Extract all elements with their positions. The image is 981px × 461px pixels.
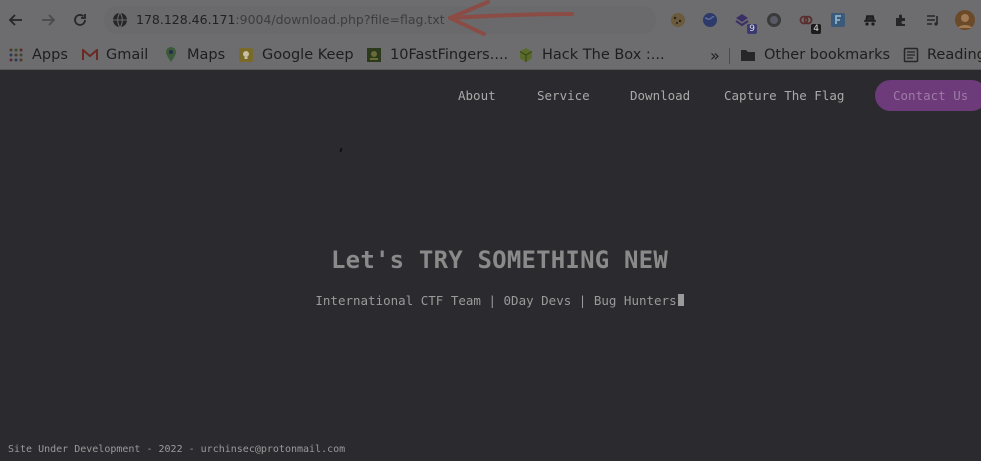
- bookmarks-divider: [729, 48, 730, 64]
- forward-button[interactable]: [36, 8, 60, 32]
- avatar-icon: [955, 10, 975, 30]
- url-path: :9004/download.php?file=flag.txt: [235, 12, 445, 27]
- bookmark-label: Other bookmarks: [764, 47, 891, 63]
- url-host: 178.128.46.171: [136, 12, 236, 27]
- bookmark-maps[interactable]: Maps: [163, 45, 225, 65]
- keep-bulb-icon: [238, 47, 254, 63]
- link-extension[interactable]: 4: [796, 10, 821, 34]
- reading-list-button[interactable]: Reading: [903, 45, 981, 65]
- extension-badge: 9: [747, 24, 757, 34]
- stray-mark: [339, 147, 343, 153]
- hat-icon: [864, 15, 876, 26]
- hero-subtitle: International CTF Team | 0Day Devs | Bug…: [0, 293, 981, 308]
- playlist-icon: [927, 15, 938, 26]
- typing-cursor: [677, 294, 684, 306]
- globe-network-icon: [767, 13, 781, 27]
- maps-pin-icon: [163, 47, 179, 63]
- folder-icon: [740, 47, 756, 63]
- extensions-menu-button[interactable]: [891, 10, 911, 30]
- reload-button[interactable]: [68, 8, 92, 32]
- back-button[interactable]: [4, 8, 28, 32]
- bookmark-label: Hack The Box :...: [542, 47, 665, 63]
- bookmark-gmail[interactable]: Gmail: [82, 45, 148, 65]
- web-page: About Service Download Capture The Flag …: [0, 71, 981, 461]
- profile-avatar[interactable]: [955, 10, 975, 30]
- stack-extension[interactable]: 9: [732, 10, 757, 34]
- media-control-button[interactable]: [923, 10, 943, 30]
- site-info-globe-icon[interactable]: [112, 12, 128, 28]
- footer-text: Site Under Development - 2022 - urchinse…: [8, 444, 346, 455]
- url-text[interactable]: 178.128.46.171:9004/download.php?file=fl…: [136, 12, 445, 27]
- gmail-icon: [82, 47, 98, 63]
- browser-toolbar: 178.128.46.171:9004/download.php?file=fl…: [0, 0, 981, 40]
- bookmark-label: Google Keep: [262, 47, 354, 63]
- other-bookmarks-folder[interactable]: Other bookmarks: [740, 45, 890, 65]
- bookmarks-bar: Apps Gmail Maps Google Keep 10FastFinger…: [0, 40, 981, 70]
- bookmarks-overflow-button[interactable]: »: [710, 45, 720, 65]
- puzzle-icon: [896, 14, 905, 26]
- nav-download[interactable]: Download: [630, 88, 690, 103]
- cookie-icon: [671, 13, 685, 27]
- htb-cube-icon: [518, 47, 534, 63]
- nav-about[interactable]: About: [458, 88, 496, 103]
- nav-service[interactable]: Service: [537, 88, 590, 103]
- bookmark-label: Reading: [927, 47, 981, 63]
- bookmark-10fastfingers[interactable]: 10FastFingers....: [366, 45, 508, 65]
- hero-subtitle-text: International CTF Team | 0Day Devs | Bug…: [315, 293, 677, 308]
- bookmark-hack-the-box[interactable]: Hack The Box :...: [518, 45, 665, 65]
- reading-list-icon: [903, 47, 919, 63]
- bookmark-apps[interactable]: Apps: [8, 45, 68, 65]
- globe-extension[interactable]: [700, 10, 720, 30]
- f-square-icon: [831, 13, 845, 27]
- annotation-arrow-icon: [448, 0, 574, 36]
- back-arrow-icon: [8, 14, 22, 26]
- fastfingers-icon: [366, 47, 382, 63]
- incognito-extension[interactable]: [860, 10, 880, 30]
- f-extension[interactable]: [828, 10, 848, 30]
- bookmark-label: Maps: [187, 47, 226, 63]
- apps-grid-icon: [8, 47, 24, 63]
- bookmark-label: Apps: [32, 47, 68, 63]
- forward-arrow-icon: [42, 14, 56, 26]
- cookie-extension[interactable]: [668, 10, 688, 30]
- contact-us-button[interactable]: Contact Us: [875, 80, 981, 111]
- extension-badge: 4: [811, 24, 821, 34]
- overflow-chevron-icon: »: [710, 45, 720, 65]
- web-extension[interactable]: [764, 10, 784, 30]
- nav-capture-the-flag[interactable]: Capture The Flag: [724, 88, 844, 103]
- hero-title: Let's TRY SOMETHING NEW: [331, 246, 668, 274]
- bookmark-label: Gmail: [106, 47, 149, 63]
- world-icon: [703, 13, 717, 27]
- reload-icon: [74, 14, 86, 26]
- bookmark-google-keep[interactable]: Google Keep: [238, 45, 354, 65]
- bookmark-label: 10FastFingers....: [390, 47, 509, 63]
